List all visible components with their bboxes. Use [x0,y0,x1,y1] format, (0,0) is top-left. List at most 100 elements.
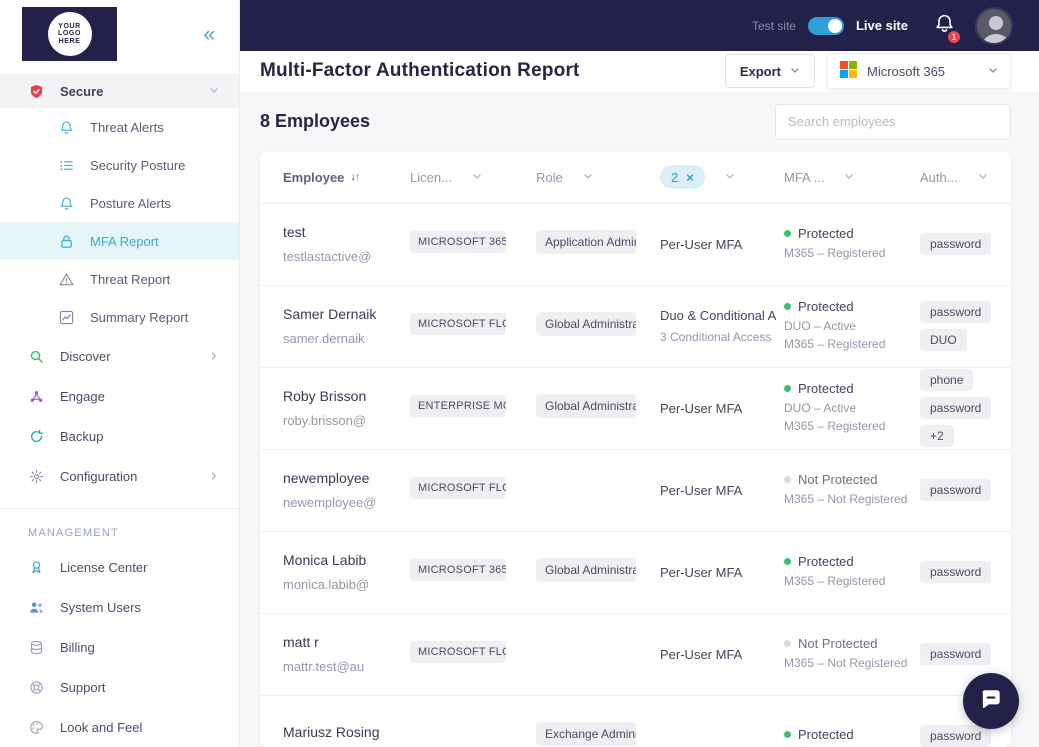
chevron-down-icon[interactable] [978,172,988,182]
chevron-down-icon[interactable] [583,172,593,182]
sidebar-item-secure[interactable]: Secure [0,74,239,108]
status-detail: M365 – Registered [784,574,886,589]
sidebar-item-system-users[interactable]: System Users [0,587,239,627]
chevron-down-icon[interactable] [472,172,482,182]
sidebar: YOUR LOGO HERE « Secure Threat Alerts Secur… [0,0,240,747]
table-row[interactable]: Monica Labib monica.labib@ MICROSOFT 365 Gl… [260,532,1011,614]
sidebar-item-engage[interactable]: Engage [0,376,239,416]
sidebar-item-look-and-feel[interactable]: Look and Feel [0,707,239,747]
table-row[interactable]: matt r mattr.test@au MICROSOFT FLOW Per-Use… [260,614,1011,696]
auth-method-chip: password [920,643,992,666]
user-avatar[interactable] [975,6,1013,45]
sidebar-item-mfa-report[interactable]: MFA Report [0,222,239,260]
chevron-down-icon[interactable] [725,172,735,182]
employee-name: Monica Labib [283,552,367,569]
sidebar-item-summary-report[interactable]: Summary Report [0,298,239,336]
column-header-mfa[interactable]: MFA ... [784,170,920,185]
status-detail: DUO – Active [784,319,857,334]
table-row[interactable]: newemployee newemployee@ MICROSOFT FLOW Per… [260,450,1011,532]
sidebar-item-threat-alerts[interactable]: Threat Alerts [0,108,239,146]
role-chip: Application Administrator [536,229,636,254]
license-chip: MICROSOFT FLOW [410,312,506,335]
chevron-right-icon [209,351,219,361]
test-site-label: Test site [751,18,796,33]
status-dot [784,640,791,648]
gear-icon [28,469,45,484]
mfa-type: Per-User MFA [660,564,743,580]
chevron-down-icon[interactable] [844,172,854,182]
notifications-button[interactable]: 1 [934,13,962,45]
employee-name: newemployee [283,470,370,487]
list-icon [58,158,75,173]
lifering-icon [28,680,45,695]
column-header-employee[interactable]: Employee ↓↑ [283,170,410,185]
auth-method-chip: password [920,233,992,256]
status-dot [784,558,791,566]
employee-email: newemployee@ [283,495,377,511]
page-title: Multi-Factor Authentication Report [260,60,580,82]
mfa-status: Protected M365 – Registered [784,554,920,590]
role-chip: Exchange Administrator [536,721,636,746]
status-dot [784,476,791,484]
users-icon [28,600,45,615]
bell-icon [58,120,75,135]
sidebar-item-billing[interactable]: Billing [0,627,239,667]
status-dot [784,385,791,393]
sidebar-item-license-center[interactable]: License Center [0,547,239,587]
microsoft-logo-icon [840,61,857,81]
mfa-status: Not Protected M365 – Not Registered [784,472,920,508]
sidebar-header: YOUR LOGO HERE « [0,0,239,64]
molecule-icon [28,389,45,404]
license-chip: MICROSOFT FLOW [410,476,506,499]
sidebar-item-threat-report[interactable]: Threat Report [0,260,239,298]
employees-table: Employee ↓↑ Licen... Role 2 × MFA ... Auth... t… [260,151,1011,747]
table-row[interactable]: Roby Brisson roby.brisson@ ENTERPRISE MOBI… [260,368,1011,450]
mfa-status: Protected M365 – Registered [784,226,920,262]
mfa-type: Per-User MFA [660,482,743,498]
app-root: YOUR LOGO HERE « Secure Threat Alerts Secur… [0,0,1039,747]
sidebar-nav: Secure Threat Alerts Security Posture Post… [0,64,239,747]
sort-icons[interactable]: ↓↑ [350,171,360,183]
toggle-knob [827,18,842,33]
sidebar-item-posture-alerts[interactable]: Posture Alerts [0,184,239,222]
auth-method-chip: password [920,561,992,584]
warning-icon [58,272,75,287]
auth-method-chip: +2 [920,425,954,448]
table-row[interactable]: test testlastactive@ MICROSOFT 365 Applicat… [260,204,1011,286]
person-icon [977,8,1011,43]
export-button[interactable]: Export [724,54,815,89]
column-header-auth[interactable]: Auth... [920,170,1011,185]
tenant-selector[interactable]: Microsoft 365 [827,53,1011,90]
status-label: Protected [798,554,854,570]
role-chip: Global Administrator [536,393,636,418]
status-label: Protected [798,226,854,242]
employee-count: 8 Employees [260,111,371,132]
logo[interactable]: YOUR LOGO HERE [22,7,117,61]
auth-method-chip: password [920,479,992,502]
column-header-mfa-type-filter[interactable]: 2 × [660,165,784,190]
sidebar-item-discover[interactable]: Discover [0,336,239,376]
auth-method-chip: password [920,397,992,420]
filter-badge[interactable]: 2 × [660,165,705,190]
collapse-sidebar-icon[interactable]: « [203,24,215,45]
bell-icon [58,196,75,211]
sidebar-item-backup[interactable]: Backup [0,416,239,456]
sidebar-item-configuration[interactable]: Configuration [0,456,239,496]
column-header-licen[interactable]: Licen... [410,170,536,185]
table-row[interactable]: Samer Dernaik samer.dernaik MICROSOFT FLOW… [260,286,1011,368]
search-input[interactable] [775,103,1011,140]
sidebar-item-support[interactable]: Support [0,667,239,707]
role-chip: Global Administrator [536,557,636,582]
table-body: test testlastactive@ MICROSOFT 365 Applicat… [260,204,1011,747]
chevron-down-icon [790,66,800,76]
mfa-type: 3 Conditional Access [660,330,772,345]
clear-filter-icon[interactable]: × [686,170,694,185]
status-detail: M365 – Not Registered [784,492,908,507]
chat-button[interactable] [963,673,1019,729]
column-header-role[interactable]: Role [536,170,660,185]
status-dot [784,303,791,311]
table-row[interactable]: Mariusz Rosing Exchange Administrator Prot… [260,696,1011,747]
sidebar-item-security-posture[interactable]: Security Posture [0,146,239,184]
site-toggle[interactable] [807,16,844,35]
coins-icon [28,640,45,655]
